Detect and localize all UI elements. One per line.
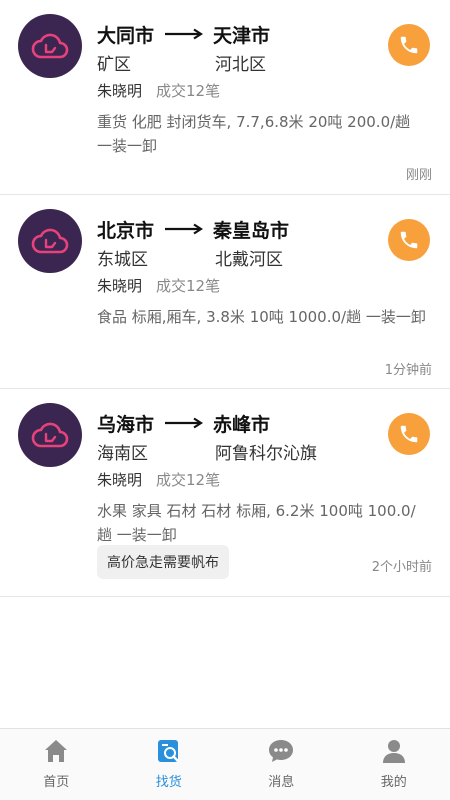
route: 北京市 秦皇岛市 东城区 北戴河区 xyxy=(97,215,357,271)
post-time: 1分钟前 xyxy=(384,363,432,378)
message-icon xyxy=(267,737,295,765)
shipper-name: 朱晓明 xyxy=(97,471,143,489)
destination-city: 赤峰市 xyxy=(213,413,271,436)
call-button[interactable] xyxy=(388,24,430,66)
cargo-card[interactable]: 大同市 天津市 矿区 河北区 朱晓明 成交12笔 重货 化肥 封闭货车, 7.7… xyxy=(0,0,450,195)
shipper-meta: 朱晓明 成交12笔 xyxy=(97,80,220,101)
origin-city: 大同市 xyxy=(97,24,155,47)
destination-district: 北戴河区 xyxy=(215,249,283,270)
phone-icon xyxy=(400,36,418,54)
destination-district: 阿鲁科尔沁旗 xyxy=(215,443,317,464)
route: 乌海市 赤峰市 海南区 阿鲁科尔沁旗 xyxy=(97,409,357,465)
tab-label: 首页 xyxy=(43,775,70,790)
home-icon xyxy=(42,737,70,765)
route: 大同市 天津市 矿区 河北区 xyxy=(97,20,357,76)
call-button[interactable] xyxy=(388,219,430,261)
tab-label: 找货 xyxy=(155,775,182,790)
cloud-logo-icon xyxy=(31,228,69,254)
post-time: 刚刚 xyxy=(405,168,432,183)
arrow-right-icon xyxy=(165,28,203,40)
post-time: 2个小时前 xyxy=(371,560,432,575)
cargo-list: 大同市 天津市 矿区 河北区 朱晓明 成交12笔 重货 化肥 封闭货车, 7.7… xyxy=(0,0,450,597)
origin-district: 海南区 xyxy=(97,443,148,464)
cargo-description: 重货 化肥 封闭货车, 7.7,6.8米 20吨 200.0/趟 一装一卸 xyxy=(97,113,411,155)
bottom-tab-bar: 首页 找货 消息 我的 xyxy=(0,728,450,800)
avatar xyxy=(18,403,82,467)
destination-city: 秦皇岛市 xyxy=(213,219,290,242)
tab-home[interactable]: 首页 xyxy=(0,729,113,800)
cargo-card[interactable]: 乌海市 赤峰市 海南区 阿鲁科尔沁旗 朱晓明 成交12笔 水果 家具 石材 石材… xyxy=(0,389,450,597)
destination-city: 天津市 xyxy=(213,24,271,47)
tab-messages[interactable]: 消息 xyxy=(225,729,338,800)
deal-count: 成交12笔 xyxy=(156,471,221,489)
origin-district: 矿区 xyxy=(97,54,131,75)
origin-district: 东城区 xyxy=(97,249,148,270)
cargo-card[interactable]: 北京市 秦皇岛市 东城区 北戴河区 朱晓明 成交12笔 食品 标厢,厢车, 3.… xyxy=(0,195,450,389)
tab-find-goods[interactable]: 找货 xyxy=(113,729,226,800)
tab-label: 消息 xyxy=(268,775,295,790)
cloud-logo-icon xyxy=(31,422,69,448)
arrow-right-icon xyxy=(165,417,203,429)
deal-count: 成交12笔 xyxy=(156,82,221,100)
tab-label: 我的 xyxy=(380,775,407,790)
call-button[interactable] xyxy=(388,413,430,455)
destination-district: 河北区 xyxy=(215,54,266,75)
profile-icon xyxy=(380,737,408,765)
arrow-right-icon xyxy=(165,223,203,235)
shipper-meta: 朱晓明 成交12笔 xyxy=(97,275,220,296)
urgent-tag: 高价急走需要帆布 xyxy=(97,545,229,579)
avatar xyxy=(18,209,82,273)
cargo-description: 水果 家具 石材 石材 标厢, 6.2米 100吨 100.0/趟 一装一卸 xyxy=(97,502,416,544)
tab-profile[interactable]: 我的 xyxy=(338,729,450,800)
cargo-description: 食品 标厢,厢车, 3.8米 10吨 1000.0/趟 一装一卸 xyxy=(97,308,426,326)
cloud-logo-icon xyxy=(31,33,69,59)
shipper-name: 朱晓明 xyxy=(97,277,143,295)
find-goods-icon xyxy=(155,737,183,765)
shipper-name: 朱晓明 xyxy=(97,82,143,100)
phone-icon xyxy=(400,425,418,443)
origin-city: 乌海市 xyxy=(97,413,155,436)
shipper-meta: 朱晓明 成交12笔 xyxy=(97,469,220,490)
deal-count: 成交12笔 xyxy=(156,277,221,295)
avatar xyxy=(18,14,82,78)
origin-city: 北京市 xyxy=(97,219,155,242)
phone-icon xyxy=(400,231,418,249)
